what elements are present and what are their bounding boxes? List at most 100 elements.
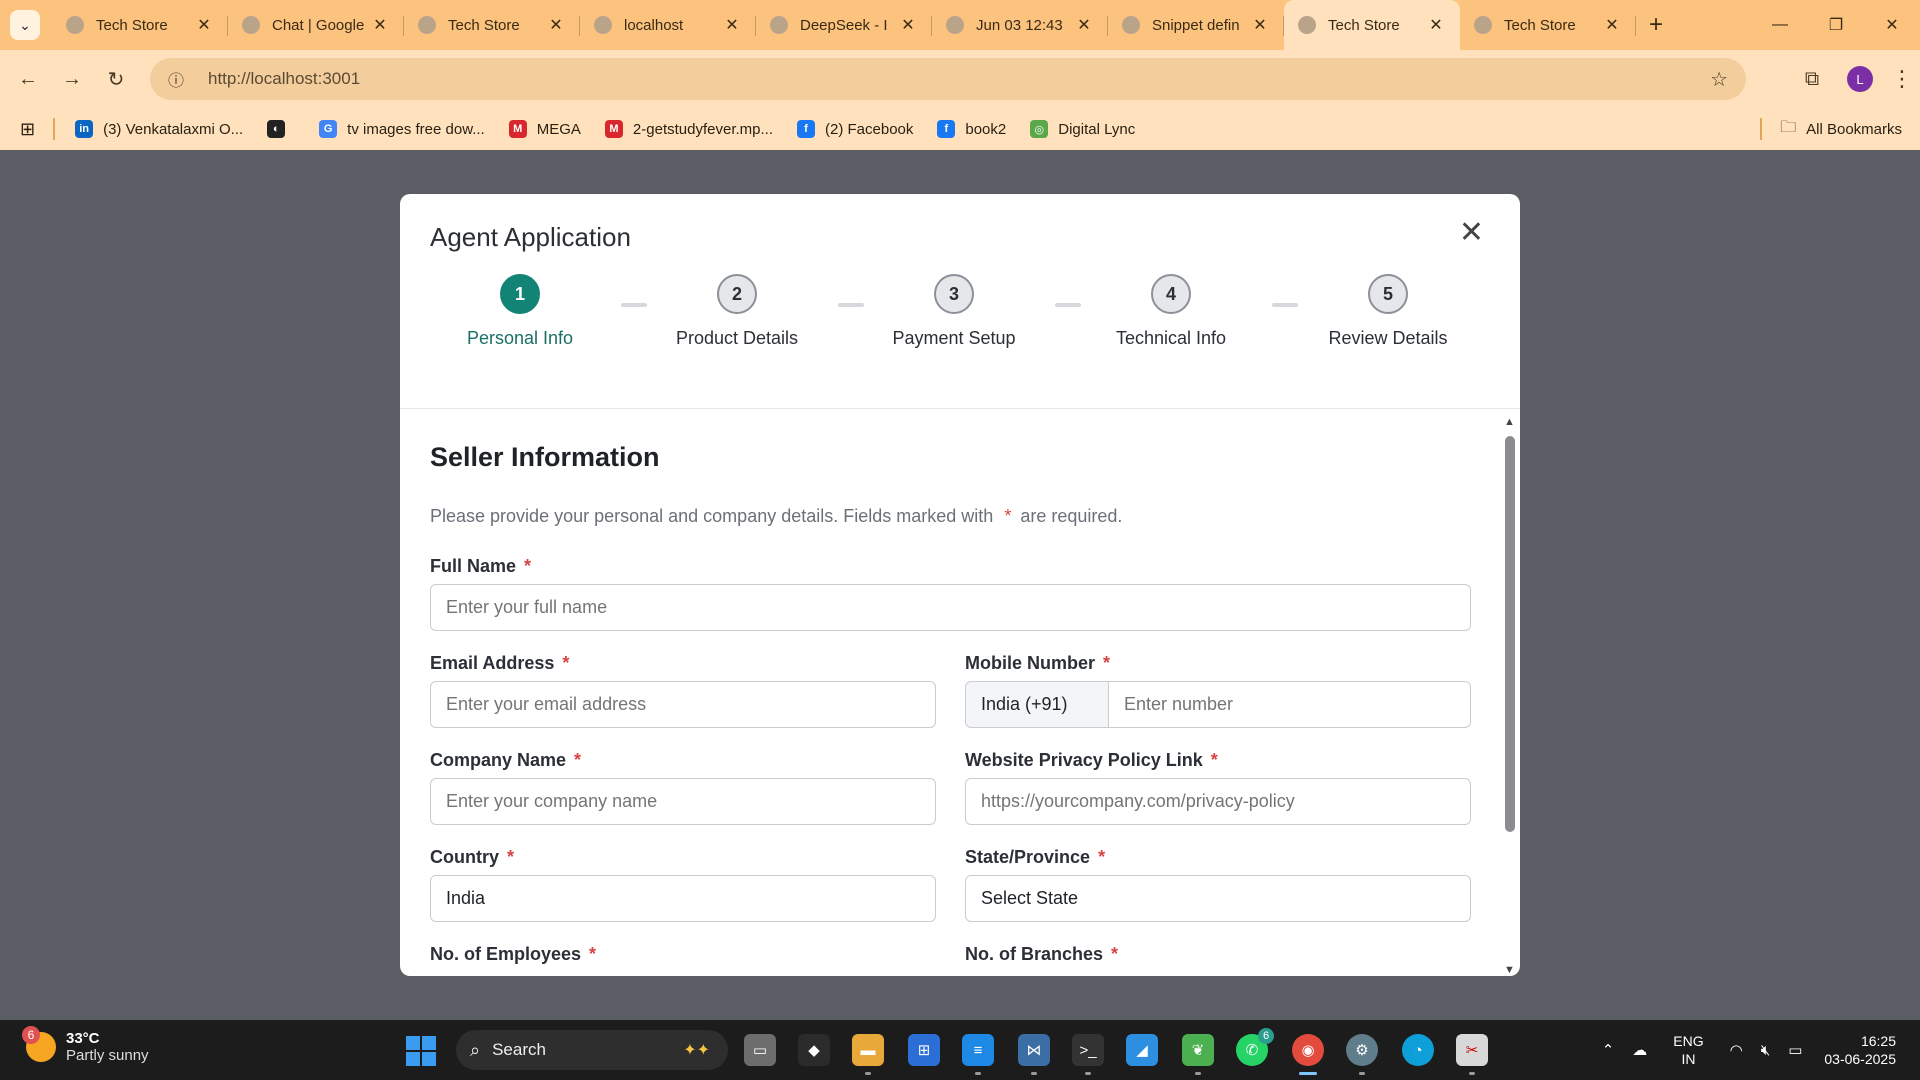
step-technical-info[interactable]: 4 Technical Info xyxy=(1081,274,1261,349)
reload-icon: ↻ xyxy=(107,68,125,91)
tab-search-button[interactable]: ⌄ xyxy=(10,10,40,40)
step-connector xyxy=(1272,303,1298,307)
browser-tab[interactable]: Tech Store ✕ xyxy=(404,0,580,50)
folder-icon: 🗀 xyxy=(1780,118,1797,136)
tab-close-icon[interactable]: ✕ xyxy=(1426,15,1446,35)
whatsapp-icon[interactable]: ✆ 6 xyxy=(1236,1028,1274,1066)
step-payment-setup[interactable]: 3 Payment Setup xyxy=(864,274,1044,349)
modal-scrollbar[interactable]: ▲ ▼ xyxy=(1500,410,1520,976)
bookmark-label: book2 xyxy=(965,120,1007,138)
weather-desc: Partly sunny xyxy=(66,1047,149,1064)
tab-close-icon[interactable]: ✕ xyxy=(370,15,390,35)
menu-kebab-icon[interactable]: ⋮ xyxy=(1884,66,1920,92)
browser-tab[interactable]: Snippet defin ✕ xyxy=(1108,0,1284,50)
tab-close-icon[interactable]: ✕ xyxy=(1602,15,1622,35)
browser-tab[interactable]: Tech Store ✕ xyxy=(1284,0,1460,50)
tab-close-icon[interactable]: ✕ xyxy=(194,15,214,35)
tab-close-icon[interactable]: ✕ xyxy=(1074,15,1094,35)
bookmark-star-icon[interactable]: ☆ xyxy=(1710,67,1728,92)
forward-button[interactable]: → xyxy=(50,57,94,101)
butterfly-icon xyxy=(242,16,260,34)
tab-close-icon[interactable]: ✕ xyxy=(546,15,566,35)
onedrive-off-icon[interactable]: ☁ xyxy=(1632,1041,1647,1059)
clock[interactable]: 16:25 03-06-2025 xyxy=(1824,1032,1896,1068)
browser-tab[interactable]: Jun 03 12:43 ✕ xyxy=(932,0,1108,50)
full-name-input[interactable] xyxy=(430,584,1471,631)
task-view-icon[interactable]: ▭ xyxy=(744,1034,776,1066)
address-bar[interactable]: ⓘ http://localhost:3001 ☆ xyxy=(150,58,1746,100)
bookmark-item[interactable]: f book2 xyxy=(937,120,1006,138)
taskbar-search[interactable]: ⌕ Search ✦✦ xyxy=(456,1030,728,1070)
speaker-muted-icon[interactable]: 🔇︎ xyxy=(1761,1042,1770,1059)
chrome-icon[interactable]: ◉ xyxy=(1292,1034,1324,1066)
new-tab-button[interactable]: + xyxy=(1636,0,1676,50)
microsoft-store-icon[interactable]: ⊞ xyxy=(908,1034,940,1066)
section-description: Please provide your personal and company… xyxy=(430,506,1122,527)
wifi-icon[interactable]: ◠ xyxy=(1730,1041,1743,1059)
step-review-details[interactable]: 5 Review Details xyxy=(1298,274,1478,349)
state-select[interactable]: Select State xyxy=(965,875,1471,922)
bookmark-item[interactable]: ◐ xyxy=(267,120,295,138)
browser-tab[interactable]: Chat | Google ✕ xyxy=(228,0,404,50)
scroll-up-icon[interactable]: ▲ xyxy=(1504,416,1515,428)
browser-tab[interactable]: Tech Store ✕ xyxy=(52,0,228,50)
weather-widget[interactable]: 6 33°C Partly sunny xyxy=(22,1026,149,1064)
chevron-up-icon[interactable]: ⌃ xyxy=(1602,1041,1615,1059)
country-select[interactable]: India xyxy=(430,875,936,922)
file-explorer-icon[interactable]: ▬ xyxy=(852,1034,884,1066)
tab-close-icon[interactable]: ✕ xyxy=(898,15,918,35)
terminal-icon[interactable]: >_ xyxy=(1072,1034,1104,1066)
all-bookmarks[interactable]: 🗀 All Bookmarks xyxy=(1760,108,1902,150)
privacy-policy-input[interactable] xyxy=(965,778,1471,825)
country-code-select[interactable]: India (+91) xyxy=(965,681,1109,728)
description-text: are required. xyxy=(1020,506,1123,526)
apps-grid-icon[interactable]: ⊞ xyxy=(20,119,35,140)
edge-icon[interactable]: ◔ xyxy=(1402,1034,1434,1066)
maps-icon[interactable]: ◢ xyxy=(1126,1034,1158,1066)
mobile-label: Mobile Number * xyxy=(965,653,1110,674)
globe-icon xyxy=(1474,16,1492,34)
start-button[interactable] xyxy=(406,1036,436,1066)
back-button[interactable]: ← xyxy=(6,57,50,101)
bookmark-item[interactable]: Gtv images free dow... xyxy=(319,120,485,138)
store-box-icon[interactable]: ◆ xyxy=(798,1034,830,1066)
close-window-button[interactable]: ✕ xyxy=(1864,0,1920,50)
running-indicator xyxy=(1469,1072,1475,1075)
green-app-icon[interactable]: ❦ xyxy=(1182,1034,1214,1066)
step-personal-info[interactable]: 1 Personal Info xyxy=(430,274,610,349)
step-product-details[interactable]: 2 Product Details xyxy=(647,274,827,349)
extensions-icon[interactable]: ⧉ xyxy=(1788,68,1836,91)
bookmarks-divider xyxy=(1760,118,1763,140)
bookmark-item[interactable]: M MEGA xyxy=(508,120,581,138)
battery-icon[interactable]: ▭ xyxy=(1788,1041,1802,1059)
windows-taskbar: 6 33°C Partly sunny ⌕ Search ✦✦ ▭ ◆ ▬ ⊞ … xyxy=(0,1020,1920,1080)
minimize-button[interactable]: — xyxy=(1752,0,1808,50)
bookmark-item[interactable]: in (3) Venkatalaxmi O... xyxy=(75,120,243,138)
scroll-thumb[interactable] xyxy=(1505,436,1515,832)
browser-tab[interactable]: DeepSeek - I ✕ xyxy=(756,0,932,50)
language-indicator[interactable]: ENG IN xyxy=(1673,1032,1703,1068)
settings-gear-icon[interactable]: ⚙ xyxy=(1346,1034,1378,1066)
bookmark-item[interactable]: ◎ Digital Lync xyxy=(1030,120,1135,138)
scroll-down-icon[interactable]: ▼ xyxy=(1504,964,1515,976)
close-modal-button[interactable]: ✕ xyxy=(1459,218,1484,248)
tab-close-icon[interactable]: ✕ xyxy=(722,15,742,35)
bookmark-item[interactable]: f (2) Facebook xyxy=(797,120,913,138)
bookmark-item[interactable]: M 2-getstudyfever.mp... xyxy=(604,120,773,138)
company-name-input[interactable] xyxy=(430,778,936,825)
profile-avatar[interactable]: L xyxy=(1847,66,1873,92)
globe-icon xyxy=(418,16,436,34)
browser-tab[interactable]: localhost ✕ xyxy=(580,0,756,50)
mobile-number-input[interactable] xyxy=(1109,681,1471,728)
language-code: ENG xyxy=(1673,1033,1704,1049)
site-info-icon[interactable]: ⓘ xyxy=(168,67,194,91)
snipping-tool-icon[interactable]: ✂ xyxy=(1456,1034,1488,1066)
mysql-workbench-icon[interactable]: ⋈ xyxy=(1018,1034,1050,1066)
reload-button[interactable]: ↻ xyxy=(94,57,138,101)
country-label: Country * xyxy=(430,847,514,868)
notepad-icon[interactable]: ≡ xyxy=(962,1034,994,1066)
tab-close-icon[interactable]: ✕ xyxy=(1250,15,1270,35)
browser-tab[interactable]: Tech Store ✕ xyxy=(1460,0,1636,50)
email-input[interactable] xyxy=(430,681,936,728)
restore-button[interactable]: ❐ xyxy=(1808,0,1864,50)
